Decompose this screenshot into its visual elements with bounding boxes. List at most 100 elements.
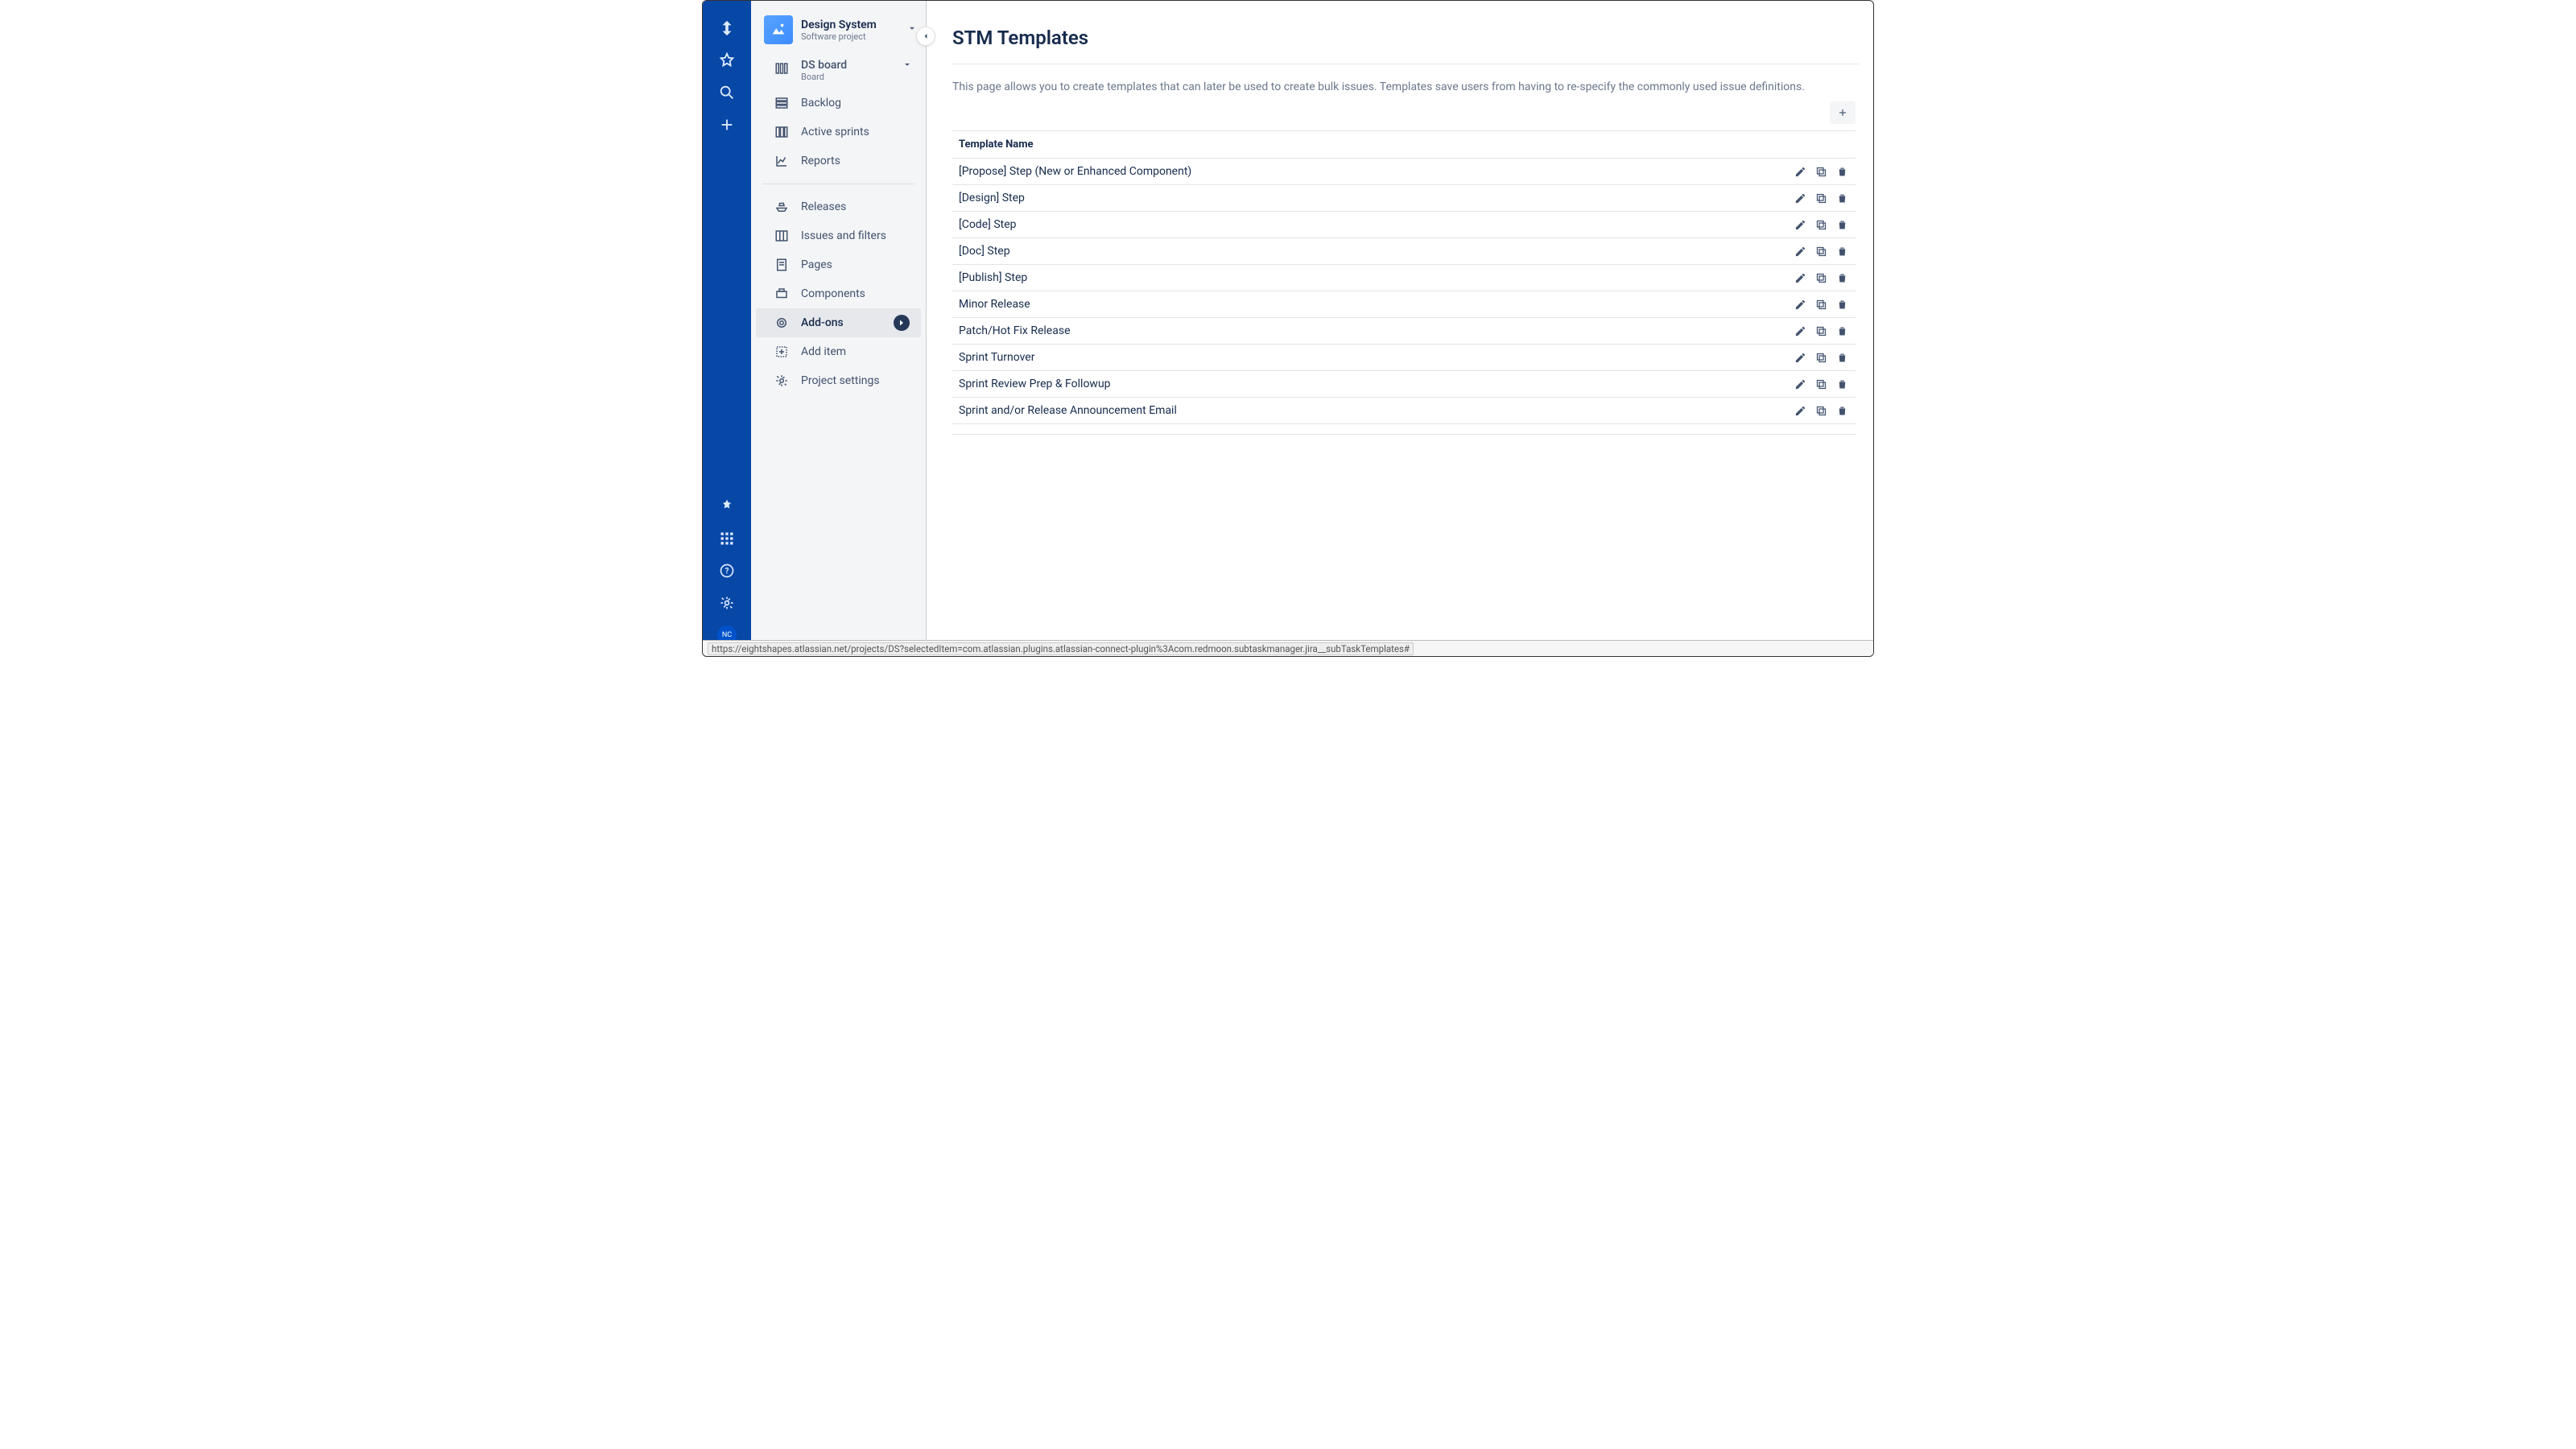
project-type: Software project — [801, 31, 877, 42]
template-name: [Publish] Step — [959, 271, 1793, 284]
edit-icon[interactable] — [1793, 297, 1807, 312]
table-row: [Publish] Step — [952, 264, 1856, 291]
help-icon[interactable]: ? — [717, 561, 737, 580]
column-header-name: Template Name — [959, 138, 1849, 151]
templates-table: Template Name [Propose] Step (New or Enh… — [952, 130, 1856, 424]
sidebar-item-label: Active sprints — [801, 126, 910, 138]
sidebar-item-board[interactable]: DS board Board — [756, 56, 921, 85]
edit-icon[interactable] — [1793, 403, 1807, 418]
trash-icon[interactable] — [1835, 164, 1849, 179]
template-name: Minor Release — [959, 298, 1793, 311]
arrow-right-icon — [894, 315, 910, 331]
copy-icon[interactable] — [1814, 164, 1828, 179]
copy-icon[interactable] — [1814, 324, 1828, 338]
trash-icon[interactable] — [1835, 403, 1849, 418]
row-actions — [1793, 403, 1849, 418]
template-name: Sprint and/or Release Announcement Email — [959, 404, 1793, 417]
backlog-icon — [774, 95, 790, 111]
status-bar: https://eightshapes.atlassian.net/projec… — [703, 640, 1873, 656]
sidebar-item-components[interactable]: Components — [756, 279, 921, 308]
chevron-down-icon[interactable] — [902, 59, 913, 73]
edit-icon[interactable] — [1793, 270, 1807, 285]
project-header[interactable]: Design System Software project — [751, 15, 926, 44]
copy-icon[interactable] — [1814, 377, 1828, 391]
sidebar-item-addons[interactable]: Add-ons — [756, 308, 921, 337]
notifications-icon[interactable] — [717, 497, 737, 516]
copy-icon[interactable] — [1814, 217, 1828, 232]
ship-icon — [774, 199, 790, 215]
jira-logo-icon[interactable] — [717, 19, 737, 38]
copy-icon[interactable] — [1814, 191, 1828, 205]
row-actions — [1793, 244, 1849, 258]
page-icon — [774, 257, 790, 273]
template-name: [Design] Step — [959, 192, 1793, 204]
trash-icon[interactable] — [1835, 350, 1849, 365]
star-icon[interactable] — [717, 51, 737, 70]
copy-icon[interactable] — [1814, 270, 1828, 285]
sidebar-item-label: Backlog — [801, 97, 910, 109]
table-row: [Design] Step — [952, 184, 1856, 211]
edit-icon[interactable] — [1793, 217, 1807, 232]
gear-icon — [774, 373, 790, 389]
sidebar-item-issues[interactable]: Issues and filters — [756, 221, 921, 250]
edit-icon[interactable] — [1793, 350, 1807, 365]
trash-icon[interactable] — [1835, 324, 1849, 338]
create-icon[interactable] — [717, 115, 737, 134]
gear-icon[interactable] — [717, 593, 737, 613]
ring-icon — [774, 315, 790, 331]
copy-icon[interactable] — [1814, 350, 1828, 365]
trash-icon[interactable] — [1835, 191, 1849, 205]
sidebar-item-pages[interactable]: Pages — [756, 250, 921, 279]
row-actions — [1793, 377, 1849, 391]
project-avatar-icon — [764, 15, 793, 44]
trash-icon[interactable] — [1835, 244, 1849, 258]
trash-icon[interactable] — [1835, 270, 1849, 285]
sidebar-item-label: Pages — [801, 258, 910, 271]
status-url: https://eightshapes.atlassian.net/projec… — [708, 642, 1414, 655]
sidebar-item-settings[interactable]: Project settings — [756, 366, 921, 395]
sidebar-item-label: Releases — [801, 200, 910, 213]
table-row: Sprint and/or Release Announcement Email — [952, 397, 1856, 423]
edit-icon[interactable] — [1793, 377, 1807, 391]
row-actions — [1793, 324, 1849, 338]
board-title: DS board — [801, 59, 847, 72]
page-description: This page allows you to create templates… — [952, 80, 1856, 93]
sidebar-item-label: Project settings — [801, 374, 910, 387]
table-row: [Doc] Step — [952, 237, 1856, 264]
trash-icon[interactable] — [1835, 297, 1849, 312]
copy-icon[interactable] — [1814, 244, 1828, 258]
row-actions — [1793, 270, 1849, 285]
add-template-button[interactable] — [1830, 101, 1856, 124]
svg-text:?: ? — [725, 567, 729, 576]
sidebar-item-sprints[interactable]: Active sprints — [756, 118, 921, 147]
sidebar-item-label: Components — [801, 287, 910, 300]
edit-icon[interactable] — [1793, 244, 1807, 258]
template-name: Sprint Review Prep & Followup — [959, 378, 1793, 390]
sidebar-item-additem[interactable]: Add item — [756, 337, 921, 366]
sidebar-item-reports[interactable]: Reports — [756, 147, 921, 175]
sidebar-item-releases[interactable]: Releases — [756, 192, 921, 221]
trash-icon[interactable] — [1835, 217, 1849, 232]
app-switcher-icon[interactable] — [717, 529, 737, 548]
edit-icon[interactable] — [1793, 324, 1807, 338]
board-subtitle: Board — [801, 72, 847, 82]
board-icon — [774, 60, 790, 76]
search-icon[interactable] — [717, 83, 737, 102]
global-nav: ? NC — [703, 1, 751, 656]
trash-icon[interactable] — [1835, 377, 1849, 391]
table-row: [Propose] Step (New or Enhanced Componen… — [952, 158, 1856, 184]
copy-icon[interactable] — [1814, 297, 1828, 312]
project-sidebar: Design System Software project DS board … — [751, 1, 927, 656]
row-actions — [1793, 217, 1849, 232]
template-name: Patch/Hot Fix Release — [959, 324, 1793, 337]
edit-icon[interactable] — [1793, 191, 1807, 205]
table-row: Minor Release — [952, 291, 1856, 317]
edit-icon[interactable] — [1793, 164, 1807, 179]
sidebar-item-backlog[interactable]: Backlog — [756, 89, 921, 118]
project-name: Design System — [801, 19, 877, 31]
board2-icon — [774, 228, 790, 244]
row-actions — [1793, 350, 1849, 365]
copy-icon[interactable] — [1814, 403, 1828, 418]
template-name: Sprint Turnover — [959, 351, 1793, 364]
addsq-icon — [774, 344, 790, 360]
